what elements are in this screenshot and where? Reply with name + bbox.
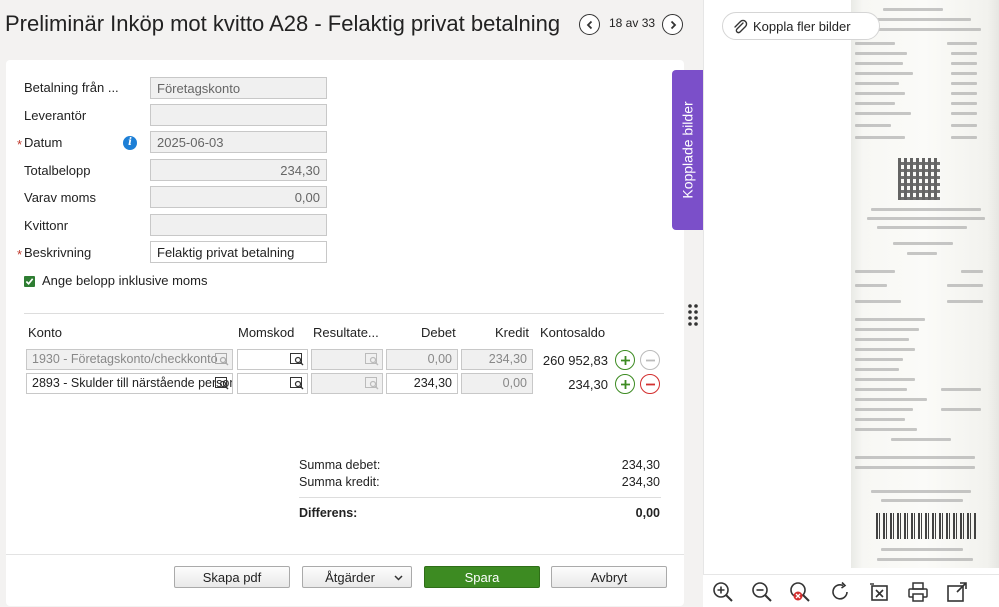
field-label-beskrivning: Beskrivning bbox=[24, 245, 92, 260]
chevron-right-icon bbox=[670, 20, 676, 29]
col-header-kontosaldo: Kontosaldo bbox=[540, 325, 606, 340]
lookup-icon[interactable] bbox=[215, 377, 229, 390]
footer-divider bbox=[6, 554, 684, 555]
summa-kredit-label: Summa kredit: bbox=[299, 475, 380, 489]
field-label-moms: Varav moms bbox=[24, 190, 96, 205]
drag-handle-icon[interactable] bbox=[688, 303, 698, 327]
summa-debet-label: Summa debet: bbox=[299, 458, 381, 472]
kopplade-bilder-label: Kopplade bilder bbox=[679, 101, 696, 199]
momskod-cell[interactable] bbox=[237, 349, 308, 370]
differens-label: Differens: bbox=[299, 506, 358, 520]
atgarder-button[interactable]: Åtgärder bbox=[302, 566, 412, 588]
kontosaldo-value: 234,30 bbox=[568, 377, 608, 392]
kvittonr-field[interactable] bbox=[150, 214, 327, 236]
divider bbox=[24, 313, 664, 314]
koppla-label: Koppla fler bilder bbox=[753, 18, 851, 34]
chevron-down-icon bbox=[394, 575, 403, 581]
col-header-momskod: Momskod bbox=[238, 325, 295, 340]
divider bbox=[299, 497, 661, 498]
field-label-totalbelopp: Totalbelopp bbox=[24, 163, 91, 178]
col-header-kredit: Kredit bbox=[495, 325, 529, 340]
next-button[interactable] bbox=[662, 14, 683, 35]
atgarder-label: Åtgärder bbox=[325, 569, 375, 585]
col-header-resultat: Resultate... bbox=[313, 325, 379, 340]
add-row-button[interactable] bbox=[615, 350, 635, 370]
plus-icon bbox=[620, 379, 630, 389]
lookup-icon[interactable] bbox=[290, 353, 304, 366]
required-marker: * bbox=[17, 137, 23, 152]
momskod-cell[interactable] bbox=[237, 373, 308, 394]
remove-row-button[interactable] bbox=[640, 350, 660, 370]
inkl-moms-label: Ange belopp inklusive moms bbox=[42, 273, 208, 288]
chevron-left-icon bbox=[586, 20, 592, 29]
differens-value: 0,00 bbox=[635, 506, 660, 520]
konto-value: 2893 - Skulder till närstående personer bbox=[32, 376, 233, 390]
summa-debet-value: 234,30 bbox=[621, 458, 660, 472]
leverantor-field[interactable] bbox=[150, 104, 327, 126]
remove-image-icon[interactable] bbox=[868, 581, 890, 603]
resultat-cell[interactable] bbox=[311, 349, 383, 370]
field-label-leverantor: Leverantör bbox=[24, 108, 87, 123]
page-title: Preliminär Inköp mot kvitto A28 - Felakt… bbox=[5, 11, 561, 36]
resultat-cell[interactable] bbox=[311, 373, 383, 394]
zoom-in-icon[interactable] bbox=[712, 581, 734, 603]
konto-cell[interactable]: 2893 - Skulder till närstående personer bbox=[26, 373, 233, 394]
checkmark-icon bbox=[25, 278, 34, 285]
varav-moms-field[interactable]: 0,00 bbox=[150, 186, 327, 208]
kredit-cell[interactable]: 234,30 bbox=[461, 349, 533, 370]
datum-field[interactable]: 2025-06-03 bbox=[150, 131, 327, 153]
lookup-icon[interactable] bbox=[365, 377, 379, 390]
spara-button[interactable]: Spara bbox=[424, 566, 540, 588]
minus-icon bbox=[645, 383, 655, 385]
minus-icon bbox=[645, 359, 655, 361]
prev-button[interactable] bbox=[579, 14, 600, 35]
remove-row-button[interactable] bbox=[640, 374, 660, 394]
kredit-cell[interactable]: 0,00 bbox=[461, 373, 533, 394]
open-external-icon[interactable] bbox=[946, 581, 968, 603]
print-icon[interactable] bbox=[907, 581, 929, 603]
debet-cell[interactable]: 0,00 bbox=[386, 349, 458, 370]
betalning-fran-field[interactable]: Företagskonto bbox=[150, 77, 327, 99]
plus-icon bbox=[620, 355, 630, 365]
rotate-icon[interactable] bbox=[829, 581, 851, 603]
info-icon[interactable]: i bbox=[123, 136, 137, 150]
zoom-out-icon[interactable] bbox=[751, 581, 773, 603]
lookup-icon[interactable] bbox=[215, 353, 229, 366]
col-header-debet: Debet bbox=[421, 325, 456, 340]
col-header-konto: Konto bbox=[28, 325, 62, 340]
zoom-reset-icon[interactable] bbox=[789, 581, 811, 603]
required-marker: * bbox=[17, 247, 23, 262]
lookup-icon[interactable] bbox=[290, 377, 304, 390]
kopplade-bilder-tab[interactable]: Kopplade bilder bbox=[672, 70, 703, 230]
add-row-button[interactable] bbox=[615, 374, 635, 394]
summa-kredit-value: 234,30 bbox=[621, 475, 660, 489]
totalbelopp-field[interactable]: 234,30 bbox=[150, 159, 327, 181]
kontosaldo-value: 260 952,83 bbox=[542, 353, 608, 368]
beskrivning-field[interactable]: Felaktig privat betalning bbox=[150, 241, 327, 263]
skapa-pdf-button[interactable]: Skapa pdf bbox=[174, 566, 290, 588]
field-label-datum: Datum bbox=[24, 135, 63, 150]
debet-cell[interactable]: 234,30 bbox=[386, 373, 458, 394]
konto-cell[interactable]: 1930 - Företagskonto/checkkonto bbox=[26, 349, 233, 370]
field-label-betalning: Betalning från ... bbox=[24, 80, 119, 95]
field-label-kvittonr: Kvittonr bbox=[24, 218, 69, 233]
inkl-moms-checkbox[interactable] bbox=[24, 276, 35, 287]
avbryt-button[interactable]: Avbryt bbox=[551, 566, 667, 588]
konto-value: 1930 - Företagskonto/checkkonto bbox=[32, 352, 218, 366]
receipt-image bbox=[851, 0, 999, 568]
nav-count: 18 av 33 bbox=[609, 16, 656, 30]
koppla-fler-bilder-button[interactable]: Koppla fler bilder bbox=[722, 12, 880, 40]
lookup-icon[interactable] bbox=[365, 353, 379, 366]
paperclip-icon bbox=[734, 19, 748, 34]
